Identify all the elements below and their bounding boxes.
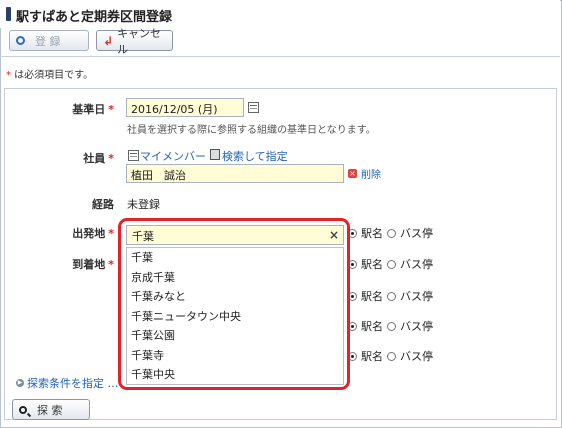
arrival-type-radios: 駅名 バス停: [348, 256, 433, 272]
person-icon: [210, 149, 220, 160]
expand-icon: ▶: [16, 379, 24, 387]
required-star: *: [108, 103, 114, 116]
radio-bus-label: バス停: [400, 350, 433, 363]
delete-icon[interactable]: ×: [348, 169, 357, 178]
radio-station-label: 駅名: [361, 290, 383, 303]
suggestion-item[interactable]: 千葉寺: [127, 346, 343, 366]
radio-station-label: 駅名: [361, 227, 383, 240]
radio-bus[interactable]: [387, 351, 396, 361]
title-marker: [6, 7, 11, 21]
base-date-label-text: 基準日: [72, 103, 106, 116]
departure-label: 出発地 *: [50, 225, 114, 241]
page-title: 駅すぱあと定期券区間登録: [16, 10, 173, 25]
suggestion-item[interactable]: 千葉みなと: [127, 287, 343, 307]
departure-input-value: 千葉: [132, 230, 154, 243]
route-value: 未登録: [127, 198, 160, 211]
arrival-label: 到着地 *: [50, 256, 114, 272]
suggestion-item[interactable]: 千葉公園: [127, 326, 343, 346]
search-button-label: 探 索: [37, 403, 63, 417]
calendar-icon[interactable]: [248, 102, 259, 113]
radio-bus-label: バス停: [400, 227, 433, 240]
title-bar: 駅すぱあと定期券区間登録: [0, 0, 560, 28]
clear-icon[interactable]: ×: [329, 228, 339, 242]
my-member-link[interactable]: マイメンバー: [140, 148, 206, 164]
divider: [0, 56, 560, 57]
suggestion-item[interactable]: 千葉ニュータウン中央: [127, 307, 343, 327]
radio-station-label: 駅名: [361, 350, 383, 363]
toolbar: 登 録 ↲ キャンセル: [0, 27, 560, 56]
via-2-type-radios: 駅名 バス停: [348, 318, 433, 334]
employee-label: 社員 *: [60, 150, 114, 166]
suggestion-item[interactable]: 千葉: [127, 248, 343, 268]
search-conditions-text: 探索条件を指定 …: [27, 377, 119, 390]
radio-station-label: 駅名: [361, 258, 383, 271]
list-icon: [128, 150, 139, 161]
radio-bus-label: バス停: [400, 290, 433, 303]
base-date-note: 社員を選択する際に参照する組織の基準日となります。: [127, 125, 376, 136]
return-arrow-icon: ↲: [103, 33, 114, 48]
required-star: *: [108, 258, 114, 271]
radio-station-label: 駅名: [361, 320, 383, 333]
via-3-type-radios: 駅名 バス停: [348, 348, 433, 364]
departure-type-radios: 駅名 バス停: [348, 225, 433, 241]
base-date-input[interactable]: 2016/12/05 (月): [126, 98, 244, 117]
search-button[interactable]: 探 索: [12, 399, 90, 420]
route-label: 経路: [92, 198, 114, 211]
departure-input[interactable]: 千葉 ×: [126, 225, 344, 245]
delete-link[interactable]: 削除: [361, 166, 381, 181]
radio-bus[interactable]: [387, 321, 396, 331]
station-autocomplete-highlight: 千葉 × 千葉 京成千葉 千葉みなと 千葉ニュータウン中央 千葉公園 千葉寺 千…: [118, 218, 350, 390]
radio-bus-label: バス停: [400, 258, 433, 271]
required-note: * は必須項目です。: [6, 66, 93, 81]
radio-bus[interactable]: [387, 291, 396, 301]
required-star: *: [108, 227, 114, 240]
save-button[interactable]: 登 録: [9, 30, 89, 51]
search-conditions-link[interactable]: ▶ 探索条件を指定 …: [16, 375, 119, 391]
search-icon: [19, 405, 27, 414]
required-star: *: [108, 152, 114, 165]
save-button-label: 登 録: [35, 34, 61, 48]
search-specify-link[interactable]: 検索して指定: [222, 148, 288, 164]
employee-label-text: 社員: [83, 152, 106, 165]
suggestion-item[interactable]: 京成千葉: [127, 268, 343, 288]
required-note-text: は必須項目です。: [11, 70, 94, 81]
employee-field[interactable]: 植田 誠治: [126, 164, 344, 183]
base-date-label: 基準日 *: [60, 101, 114, 117]
radio-bus-label: バス停: [400, 320, 433, 333]
cancel-button-label: キャンセル: [117, 26, 162, 56]
radio-bus[interactable]: [387, 259, 396, 269]
via-1-type-radios: 駅名 バス停: [348, 288, 433, 304]
departure-label-text: 出発地: [72, 227, 106, 240]
suggestion-item[interactable]: 千葉中央: [127, 365, 343, 385]
circle-icon: [16, 36, 25, 45]
cancel-button[interactable]: ↲ キャンセル: [96, 27, 173, 56]
arrival-label-text: 到着地: [72, 258, 106, 271]
radio-bus[interactable]: [387, 228, 396, 238]
suggestion-list: 千葉 京成千葉 千葉みなと 千葉ニュータウン中央 千葉公園 千葉寺 千葉中央: [126, 247, 344, 385]
